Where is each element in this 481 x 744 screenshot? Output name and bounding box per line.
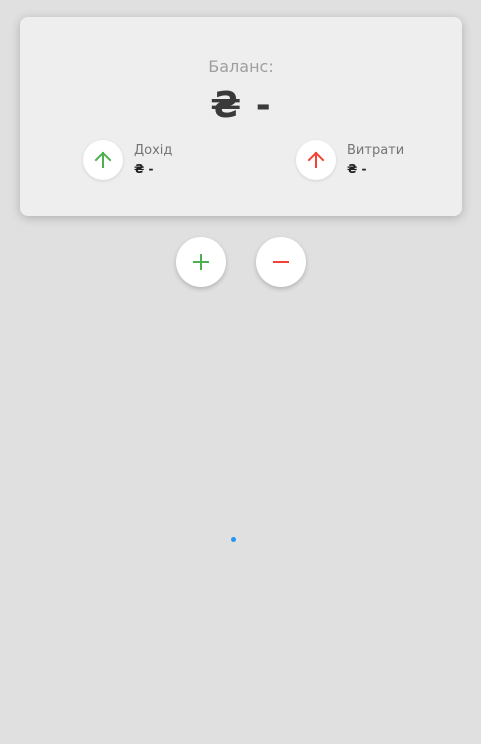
plus-icon <box>193 254 209 270</box>
expense-label: Витрати <box>347 143 405 158</box>
add-income-button[interactable] <box>176 237 226 287</box>
expense-arrow-up-icon <box>296 140 336 180</box>
expense-summary: Витрати ₴ - <box>296 140 404 180</box>
minus-icon <box>273 261 289 263</box>
income-value: ₴ - <box>134 162 154 176</box>
expense-value: ₴ - <box>347 162 367 176</box>
balance-label: Баланс: <box>208 57 274 76</box>
balance-card: Баланс: ₴ - Дохід ₴ - Витрати ₴ - <box>20 17 462 216</box>
income-summary: Дохід ₴ - <box>83 140 172 180</box>
add-expense-button[interactable] <box>256 237 306 287</box>
balance-value: ₴ - <box>210 85 272 126</box>
income-label: Дохід <box>134 143 173 158</box>
app-page: Баланс: ₴ - Дохід ₴ - Витрати ₴ - <box>0 0 481 744</box>
loading-spinner <box>231 537 236 542</box>
income-arrow-up-icon <box>83 140 123 180</box>
